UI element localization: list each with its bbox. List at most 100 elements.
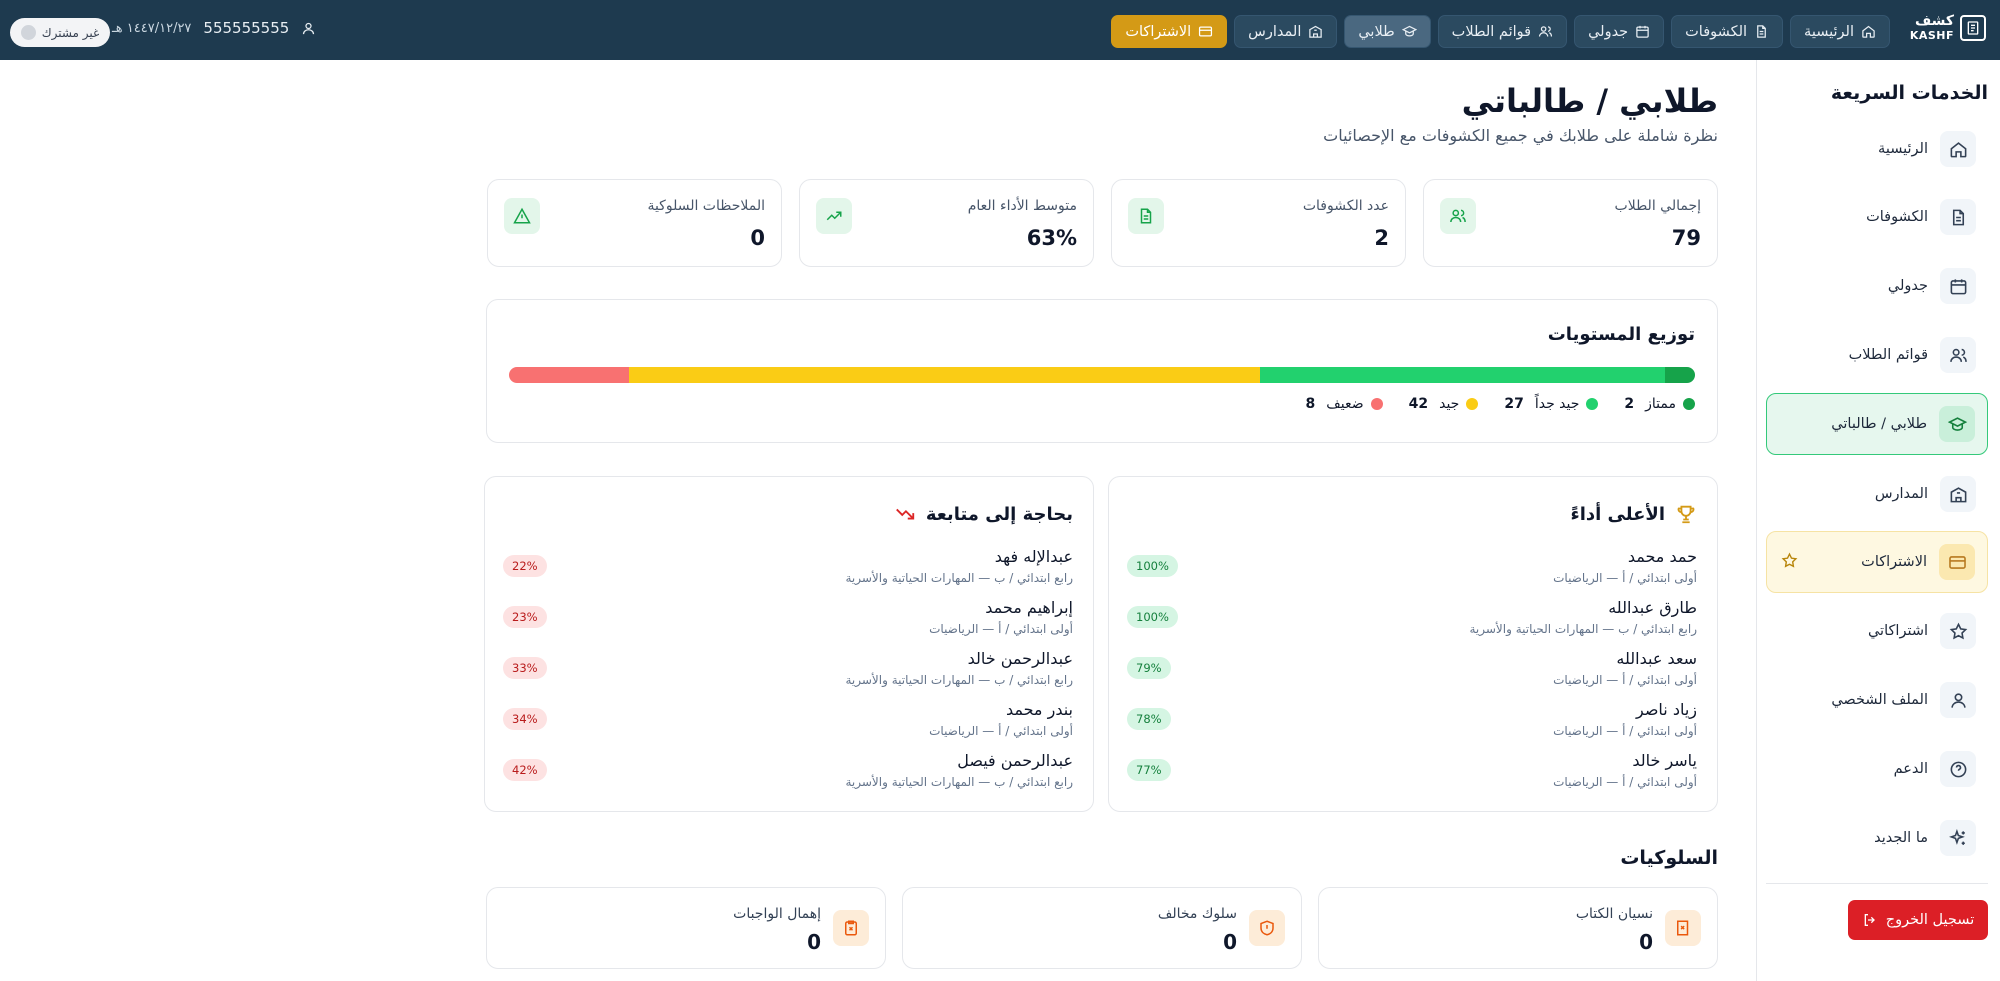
student-name: سعد عبدالله — [1616, 649, 1697, 668]
legend-item-good: جيد 42 — [1409, 396, 1479, 412]
subscription-status-toggle[interactable]: غير مشترك — [10, 18, 110, 47]
stat-value: 79 — [1671, 226, 1701, 250]
distribution-segment-1 — [1259, 367, 1665, 383]
behavior-card-violation: سلوك مخالف 0 — [902, 887, 1302, 969]
needs-followup-panel: بحاجة إلى متابعة عبدالإله فهد رابع ابتدا… — [484, 476, 1094, 812]
sidebar-item-whats-new[interactable]: ما الجديد — [1766, 807, 1988, 869]
alert-triangle-icon — [504, 198, 540, 234]
score-badge: 100% — [1127, 555, 1178, 577]
sidebar-item-label: الاشتراكات — [1861, 554, 1927, 570]
legend-label: ضعيف — [1326, 396, 1364, 412]
student-name: ياسر خالد — [1632, 751, 1697, 770]
legend-dot — [1466, 398, 1479, 410]
list-item[interactable]: زياد ناصر أولى ابتدائي / أ — الرياضيات 7… — [1127, 700, 1697, 744]
list-item[interactable]: عبدالإله فهد رابع ابتدائي / ب — المهارات… — [503, 547, 1073, 591]
sidebar-item-label: الدعم — [1893, 761, 1928, 777]
list-item[interactable]: ياسر خالد أولى ابتدائي / أ — الرياضيات 7… — [1127, 751, 1697, 795]
file-icon — [1940, 199, 1976, 235]
sidebar-item-label: المدارس — [1874, 486, 1928, 502]
nav-home-label: الرئيسية — [1804, 23, 1854, 40]
toggle-knob — [20, 25, 36, 40]
distribution-segment-3 — [509, 367, 630, 383]
legend-item-excellent: ممتاز 2 — [1624, 396, 1695, 412]
student-name: عبدالرحمن فيصل — [957, 751, 1073, 770]
school-icon — [1309, 25, 1323, 38]
home-icon — [1940, 131, 1976, 167]
sidebar-item-schedule[interactable]: جدولي — [1766, 255, 1988, 317]
sidebar-item-student-lists[interactable]: قوائم الطلاب — [1766, 324, 1988, 386]
sidebar-item-label: الملف الشخصي — [1831, 692, 1928, 708]
sidebar-item-support[interactable]: الدعم — [1766, 738, 1988, 800]
stat-label: عدد الكشوفات — [1302, 198, 1389, 214]
student-class: رابع ابتدائي / ب — المهارات الحياتية وال… — [845, 571, 1073, 585]
nav-home[interactable]: الرئيسية — [1790, 15, 1890, 48]
distribution-title: توزيع المستويات — [1547, 324, 1695, 345]
list-item[interactable]: سعد عبدالله أولى ابتدائي / أ — الرياضيات… — [1127, 649, 1697, 693]
logo-icon — [1960, 14, 1986, 41]
sidebar-item-label: ما الجديد — [1874, 830, 1928, 846]
list-item[interactable]: إبراهيم محمد أولى ابتدائي / أ — الرياضيا… — [503, 598, 1073, 642]
nav-reports[interactable]: الكشوفات — [1671, 15, 1784, 48]
user-info: ١٤٤٧/١٢/٢٧ هـ 555555555 — [112, 19, 316, 37]
book-x-icon — [1665, 910, 1701, 946]
sidebar-item-profile[interactable]: الملف الشخصي — [1766, 669, 1988, 731]
legend-label: ممتاز — [1645, 396, 1676, 412]
panel-header: الأعلى أداءً — [1571, 503, 1697, 525]
score-badge: 78% — [1127, 708, 1171, 730]
logout-icon — [1864, 914, 1875, 926]
nav-student-lists-label: قوائم الطلاب — [1451, 23, 1532, 40]
student-name: بندر محمد — [1005, 700, 1073, 719]
graduation-cap-icon — [1939, 406, 1975, 442]
file-text-icon — [1128, 198, 1164, 234]
score-badge: 79% — [1127, 657, 1171, 679]
nav-reports-label: الكشوفات — [1685, 23, 1748, 40]
list-item[interactable]: بندر محمد أولى ابتدائي / أ — الرياضيات 3… — [503, 700, 1073, 744]
calendar-icon — [1940, 268, 1976, 304]
nav-my-students[interactable]: طلابي — [1344, 15, 1431, 48]
nav-schools[interactable]: المدارس — [1234, 15, 1338, 48]
page-subtitle: نظرة شاملة على طلابك في جميع الكشوفات مع… — [1323, 126, 1718, 145]
stat-label: متوسط الأداء العام — [967, 198, 1077, 214]
student-name: حمد محمد — [1627, 547, 1697, 566]
distribution-legend: ممتاز 2 جيد جداً 27 جيد 42 ضعيف 8 — [1306, 396, 1695, 412]
nav-schedule[interactable]: جدولي — [1574, 15, 1665, 48]
legend-count: 2 — [1624, 396, 1635, 412]
stat-card-behavior-notes: الملاحظات السلوكية 0 — [487, 179, 782, 267]
file-icon — [1757, 25, 1766, 38]
list-item[interactable]: عبدالرحمن فيصل رابع ابتدائي / ب — المهار… — [503, 751, 1073, 795]
student-name: زياد ناصر — [1635, 700, 1697, 719]
behavior-card-forgot-book: نسيان الكتاب 0 — [1318, 887, 1718, 969]
list-item[interactable]: عبدالرحمن خالد رابع ابتدائي / ب — المهار… — [503, 649, 1073, 693]
student-name: عبدالرحمن خالد — [967, 649, 1073, 668]
stat-value: 63% — [1026, 226, 1077, 250]
brand-logo[interactable]: كشف KASHF — [1910, 14, 1986, 41]
nav-subscriptions-label: الاشتراكات — [1125, 23, 1192, 40]
list-item[interactable]: حمد محمد أولى ابتدائي / أ — الرياضيات 10… — [1127, 547, 1697, 591]
logout-button[interactable]: تسجيل الخروج — [1848, 900, 1988, 940]
sidebar-item-schools[interactable]: المدارس — [1766, 463, 1988, 525]
sidebar-item-home[interactable]: الرئيسية — [1766, 118, 1988, 180]
score-badge: 34% — [503, 708, 547, 730]
school-icon — [1940, 476, 1976, 512]
sidebar-item-subscriptions[interactable]: الاشتراكات — [1766, 531, 1988, 593]
sidebar-item-my-students[interactable]: طلابي / طالباتي — [1766, 393, 1988, 455]
sidebar-item-reports[interactable]: الكشوفات — [1766, 186, 1988, 248]
shield-alert-icon — [1249, 910, 1285, 946]
nav-student-lists[interactable]: قوائم الطلاب — [1437, 15, 1568, 48]
sidebar-item-label: الكشوفات — [1866, 209, 1928, 225]
list-item[interactable]: طارق عبدالله رابع ابتدائي / ب — المهارات… — [1127, 598, 1697, 642]
score-badge: 33% — [503, 657, 547, 679]
distribution-segment-0 — [1664, 367, 1695, 383]
stat-value: 0 — [750, 226, 765, 250]
sidebar-divider — [1766, 883, 1988, 884]
distribution-segment-2 — [629, 367, 1260, 383]
student-name: عبدالإله فهد — [994, 547, 1073, 566]
score-badge: 23% — [503, 606, 547, 628]
legend-dot — [1683, 398, 1695, 410]
sidebar-item-my-subscriptions[interactable]: اشتراكاتي — [1766, 600, 1988, 662]
nav-subscriptions[interactable]: الاشتراكات — [1111, 15, 1228, 48]
panel-header: بحاجة إلى متابعة — [894, 503, 1073, 525]
logout-label: تسجيل الخروج — [1885, 912, 1975, 928]
student-class: أولى ابتدائي / أ — الرياضيات — [929, 724, 1073, 738]
score-badge: 77% — [1127, 759, 1171, 781]
